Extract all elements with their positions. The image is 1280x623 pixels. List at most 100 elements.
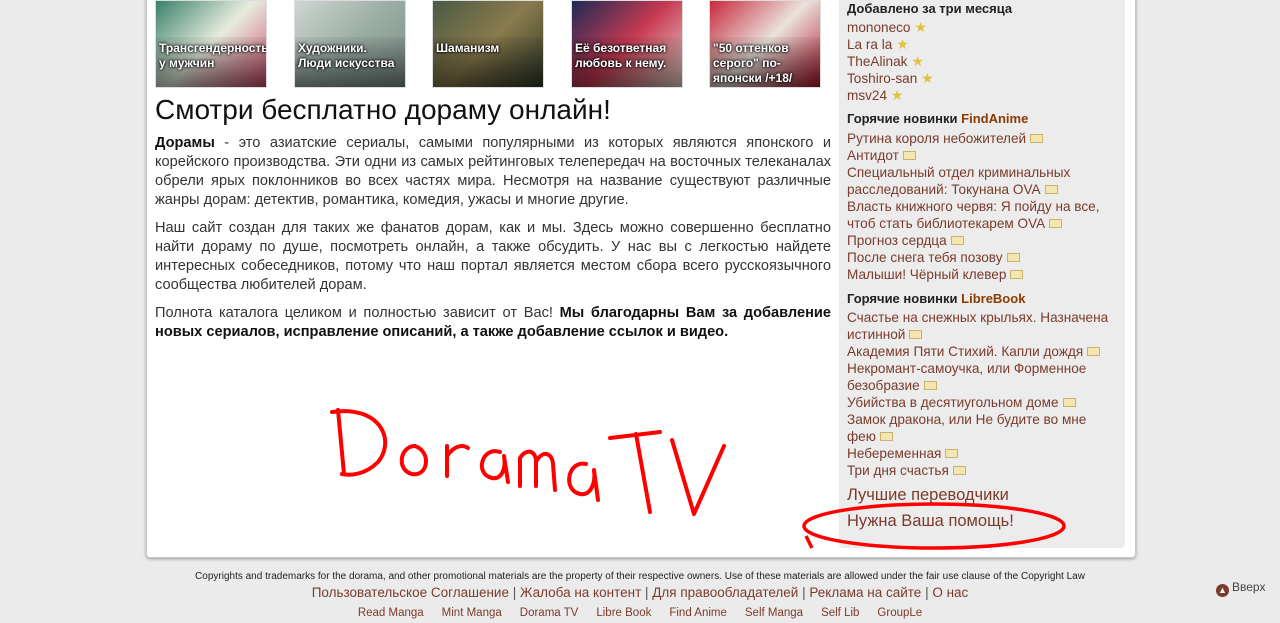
intro-paragraph: Дорамы - это азиатские сериалы, самыми п… xyxy=(155,134,831,210)
user-link[interactable]: La ra la xyxy=(847,37,892,52)
arrow-up-icon: ▲ xyxy=(1216,584,1229,597)
librebook-list: Счастье на снежных крыльях. Назначена ис… xyxy=(847,309,1117,479)
card-icon xyxy=(1030,134,1044,143)
card-icon xyxy=(1049,219,1063,228)
findanime-heading-prefix: Горячие новинки xyxy=(847,111,962,126)
card-icon xyxy=(952,466,966,475)
card-icon xyxy=(945,449,959,458)
tile-caption: Шаманизм xyxy=(433,37,543,87)
need-help-link[interactable]: Нужна Ваша помощь! xyxy=(847,511,1117,531)
card-icon xyxy=(902,151,916,160)
list-item: Замок дракона, или Не будите во мне фею xyxy=(847,411,1117,445)
card-icon xyxy=(1044,185,1058,194)
findanime-brand[interactable]: FindAnime xyxy=(961,111,1028,126)
site-link[interactable]: Find Anime xyxy=(669,607,727,619)
footer-links: Пользовательское Соглашение | Жалоба на … xyxy=(0,585,1280,600)
separator: | xyxy=(641,585,653,600)
list-item: Прогноз сердца xyxy=(847,232,1117,249)
title-link[interactable]: Небеременная xyxy=(847,446,941,461)
list-item: msv24 ★ xyxy=(847,87,1117,104)
list-item: Рутина короля небожителей xyxy=(847,130,1117,147)
featured-tile[interactable]: Трансгендерность у мужчин xyxy=(155,0,267,88)
title-link[interactable]: Антидот xyxy=(847,148,899,163)
main-column: Трансгендерность у мужчин Художники. Люд… xyxy=(155,0,831,351)
featured-tile[interactable]: Её безответная любовь к нему. xyxy=(571,0,683,88)
featured-tile[interactable]: "50 оттенков серого" по-японски /+18/ xyxy=(709,0,821,88)
title-link[interactable]: После снега тебя позову xyxy=(847,250,1003,265)
title-link[interactable]: Некромант-самоучка, или Форменное безобр… xyxy=(847,361,1086,393)
list-item: Некромант-самоучка, или Форменное безобр… xyxy=(847,360,1117,394)
site-link[interactable]: Read Manga xyxy=(358,607,424,619)
card-icon xyxy=(950,236,964,245)
site-link[interactable]: Libre Book xyxy=(596,607,651,619)
site-link[interactable]: Self Manga xyxy=(745,607,803,619)
footer-sites: Read Manga Mint Manga Dorama TV Libre Book F… xyxy=(0,607,1280,619)
tile-caption: Художники. Люди искусства xyxy=(295,37,405,87)
added-heading: Добавлено за три месяца xyxy=(847,1,1013,16)
tile-caption: Её безответная любовь к нему. xyxy=(572,37,682,87)
footer-link[interactable]: Жалоба на контент xyxy=(520,585,641,600)
list-item: La ra la ★ xyxy=(847,36,1117,53)
list-item: mononeco ★ xyxy=(847,19,1117,36)
title-link[interactable]: Рутина короля небожителей xyxy=(847,131,1026,146)
separator: | xyxy=(921,585,933,600)
card-icon xyxy=(1062,398,1076,407)
back-to-top-button[interactable]: ▲ Вверх xyxy=(1216,580,1265,597)
star-icon: ★ xyxy=(907,53,924,69)
title-link[interactable]: Академия Пяти Стихий. Капли дождя xyxy=(847,344,1083,359)
catalog-paragraph: Полнота каталога целиком и полностью зав… xyxy=(155,304,831,342)
tile-caption: "50 оттенков серого" по-японски /+18/ xyxy=(710,37,820,87)
user-list: mononeco ★ La ra la ★ TheAlinak ★ Toshiro-s… xyxy=(847,19,1117,104)
title-link[interactable]: Прогноз сердца xyxy=(847,233,947,248)
librebook-heading-prefix: Горячие новинки xyxy=(847,291,962,306)
about-paragraph: Наш сайт создан для таких же фанатов дор… xyxy=(155,220,831,293)
user-link[interactable]: msv24 xyxy=(847,88,887,103)
title-link[interactable]: Счастье на снежных крыльях. Назначена ис… xyxy=(847,310,1108,342)
featured-tile[interactable]: Художники. Люди искусства xyxy=(294,0,406,88)
featured-tile[interactable]: Шаманизм xyxy=(432,0,544,88)
findanime-list: Рутина короля небожителей Антидот Специаль… xyxy=(847,130,1117,283)
title-link[interactable]: Специальный отдел криминальных расследов… xyxy=(847,165,1070,197)
card-icon xyxy=(923,381,937,390)
content-page: Трансгендерность у мужчин Художники. Люд… xyxy=(146,0,1136,558)
user-link[interactable]: TheAlinak xyxy=(847,54,907,69)
footer-link[interactable]: Для правообладателей xyxy=(652,585,798,600)
site-link[interactable]: Self Lib xyxy=(821,607,859,619)
list-item: Малыши! Чёрный клевер xyxy=(847,266,1117,283)
list-item: TheAlinak ★ xyxy=(847,53,1117,70)
footer-link[interactable]: О нас xyxy=(932,585,968,600)
back-to-top-label: Вверх xyxy=(1232,580,1266,594)
copyright-notice: Copyrights and trademarks for the dorama… xyxy=(195,571,1085,582)
findanime-heading: Горячие новинки FindAnime xyxy=(847,110,1117,127)
list-item: Власть книжного червя: Я пойду на все, ч… xyxy=(847,198,1117,232)
footer-link[interactable]: Пользовательское Соглашение xyxy=(312,585,509,600)
title-link[interactable]: Убийства в десятиугольном доме xyxy=(847,395,1059,410)
catalog-text: Полнота каталога целиком и полностью зав… xyxy=(155,305,560,321)
featured-tiles: Трансгендерность у мужчин Художники. Люд… xyxy=(155,0,831,88)
sidebar: Добавлено за три месяца mononeco ★ La ra … xyxy=(839,0,1125,548)
card-icon xyxy=(1006,253,1020,262)
site-link[interactable]: GroupLe xyxy=(877,607,922,619)
librebook-brand[interactable]: LibreBook xyxy=(961,291,1025,306)
star-icon: ★ xyxy=(887,87,904,103)
footer-link[interactable]: Реклама на сайте xyxy=(809,585,921,600)
list-item: Toshiro-san ★ xyxy=(847,70,1117,87)
separator: | xyxy=(798,585,810,600)
site-link[interactable]: Dorama TV xyxy=(520,607,579,619)
user-link[interactable]: Toshiro-san xyxy=(847,71,917,86)
star-icon: ★ xyxy=(917,70,934,86)
librebook-heading: Горячие новинки LibreBook xyxy=(847,290,1117,307)
user-link[interactable]: mononeco xyxy=(847,20,910,35)
list-item: Антидот xyxy=(847,147,1117,164)
best-translators-link[interactable]: Лучшие переводчики xyxy=(847,485,1117,505)
list-item: Академия Пяти Стихий. Капли дождя xyxy=(847,343,1117,360)
list-item: Специальный отдел криминальных расследов… xyxy=(847,164,1117,198)
title-link[interactable]: Три дня счастья xyxy=(847,463,949,478)
list-item: Небеременная xyxy=(847,445,1117,462)
site-link[interactable]: Mint Manga xyxy=(442,607,502,619)
title-link[interactable]: Малыши! Чёрный клевер xyxy=(847,267,1006,282)
card-icon xyxy=(909,330,923,339)
list-item: После снега тебя позову xyxy=(847,249,1117,266)
separator: | xyxy=(508,585,520,600)
intro-bold: Дорамы xyxy=(155,135,215,151)
